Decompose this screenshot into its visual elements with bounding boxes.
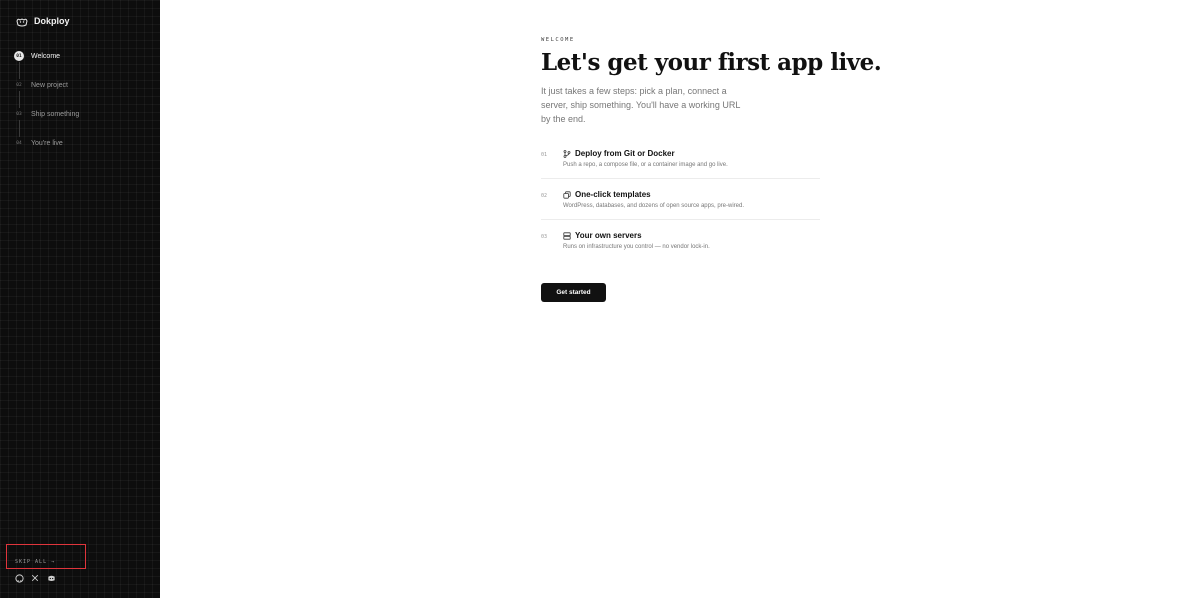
step-new-project[interactable]: 02 New project <box>14 79 79 108</box>
social-links <box>14 573 56 583</box>
feature-item: 02 One-click templates WordPress, databa… <box>541 190 820 220</box>
feature-number: 03 <box>541 234 548 240</box>
feature-title: Deploy from Git or Docker <box>575 149 675 158</box>
feature-description: Runs on infrastructure you control — no … <box>563 244 710 250</box>
highlight-box <box>6 544 86 569</box>
page-title: Let's get your first app live. <box>541 49 882 76</box>
step-number: 03 <box>16 111 22 117</box>
step-welcome[interactable]: 01 Welcome <box>14 50 79 79</box>
feature-description: WordPress, databases, and dozens of open… <box>563 203 744 209</box>
feature-number: 02 <box>541 193 548 199</box>
git-branch-icon <box>563 149 571 158</box>
main-content: WELCOME Let's get your first app live. I… <box>160 0 1200 598</box>
brand[interactable]: Dokploy <box>16 15 70 27</box>
step-number: 02 <box>16 82 22 88</box>
feature-number: 01 <box>541 152 548 158</box>
feature-item: 01 Deploy from Git or Docker Push a repo… <box>541 149 820 179</box>
intro-text: It just takes a few steps: pick a plan, … <box>541 86 740 124</box>
step-connector <box>19 91 20 108</box>
sidebar: Dokploy 01 Welcome 02 New project 03 Shi… <box>0 0 160 598</box>
welcome-panel: WELCOME Let's get your first app live. I… <box>541 37 882 302</box>
feature-item: 03 Your own servers Runs on infrastructu… <box>541 231 820 260</box>
dokploy-logo-icon <box>16 15 28 27</box>
github-icon[interactable] <box>14 573 24 583</box>
step-connector <box>19 62 20 79</box>
step-youre-live[interactable]: 04 You're live <box>14 137 79 149</box>
x-icon[interactable] <box>30 573 40 583</box>
brand-name: Dokploy <box>34 16 70 26</box>
copy-icon <box>563 190 571 199</box>
step-connector <box>19 120 20 137</box>
feature-description: Push a repo, a compose file, or a contai… <box>563 162 728 168</box>
feature-list: 01 Deploy from Git or Docker Push a repo… <box>541 149 820 260</box>
onboarding-steps: 01 Welcome 02 New project 03 Ship someth… <box>14 50 79 166</box>
step-ship-something[interactable]: 03 Ship something <box>14 108 80 137</box>
step-label: Welcome <box>31 52 61 60</box>
step-label: Ship something <box>31 110 80 118</box>
skip-all-link[interactable]: SKIP ALL → <box>15 559 55 565</box>
discord-icon[interactable] <box>46 573 56 583</box>
step-label: New project <box>31 81 68 89</box>
step-number: 04 <box>16 140 22 146</box>
get-started-button[interactable]: Get started <box>541 283 606 302</box>
step-label: You're live <box>31 139 63 147</box>
feature-title: One-click templates <box>575 190 651 199</box>
eyebrow-label: WELCOME <box>541 37 575 43</box>
feature-title: Your own servers <box>575 231 642 240</box>
server-icon <box>563 231 571 240</box>
step-number: 01 <box>14 51 24 61</box>
